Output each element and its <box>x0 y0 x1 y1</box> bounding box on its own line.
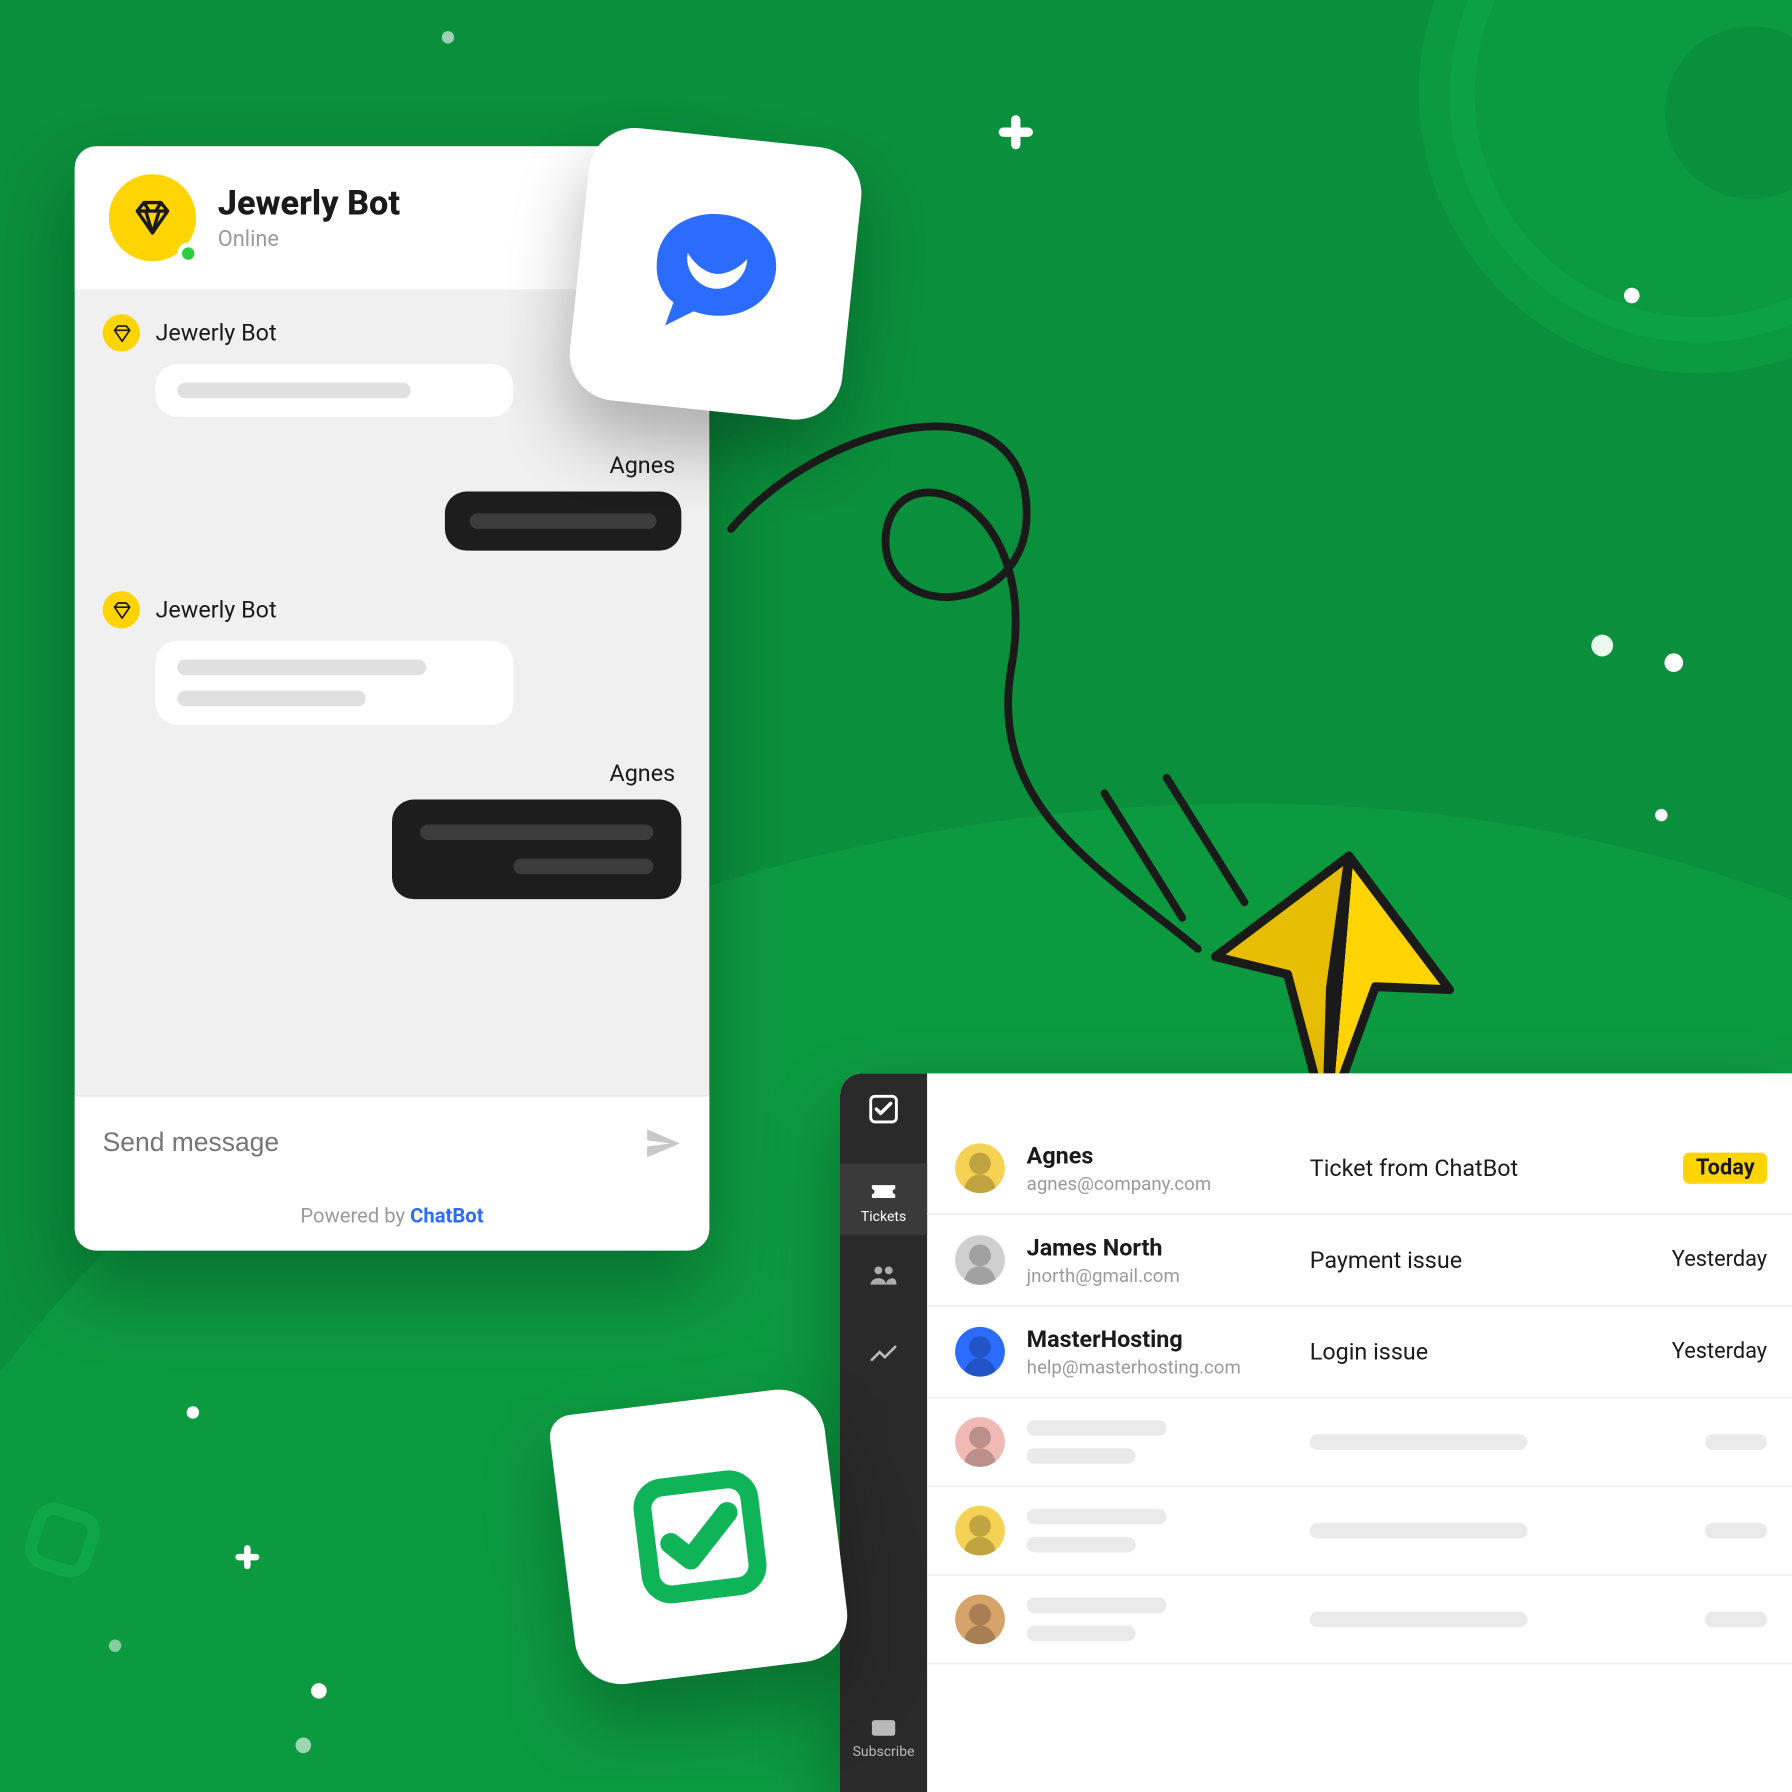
decor-dot <box>1655 809 1667 821</box>
avatar <box>955 1506 1005 1556</box>
ticket-subject: Ticket from ChatBot <box>1310 1154 1662 1182</box>
online-dot-icon <box>177 243 199 265</box>
message-sender: Jewerly Bot <box>156 596 277 624</box>
footer-prefix: Powered by <box>300 1206 410 1229</box>
avatar <box>955 1235 1005 1285</box>
bot-message-bubble <box>156 364 514 417</box>
ticket-when-badge: Today <box>1684 1153 1768 1184</box>
bot-message-bubble <box>156 641 514 725</box>
decor-plus-icon <box>235 1545 259 1569</box>
decor-dot <box>1664 653 1683 672</box>
message-sender: Jewerly Bot <box>156 319 277 347</box>
ticket-email: help@masterhosting.com <box>1027 1356 1288 1378</box>
diamond-icon <box>103 591 140 628</box>
message-sender: Agnes <box>103 451 682 479</box>
helpdesk-logo-icon <box>866 1092 900 1132</box>
message-group: Jewerly Bot <box>103 591 682 725</box>
ticket-subject: Login issue <box>1310 1338 1650 1366</box>
ticket-row[interactable]: Agnes agnes@company.com Ticket from Chat… <box>927 1123 1792 1215</box>
ticket-row-placeholder <box>927 1398 1792 1487</box>
avatar <box>955 1327 1005 1377</box>
chatbot-app-icon <box>565 123 866 424</box>
ticket-row-placeholder <box>927 1487 1792 1576</box>
decor-dot <box>311 1683 327 1699</box>
nav-subscribe[interactable]: Subscribe <box>840 1699 927 1777</box>
chat-footer: Powered by ChatBot <box>75 1190 710 1251</box>
ticket-email: agnes@company.com <box>1027 1173 1288 1195</box>
helpdesk-nav: Tickets <box>840 1164 927 1391</box>
message-group: Agnes <box>103 759 682 905</box>
ticket-email: jnorth@gmail.com <box>1027 1265 1288 1287</box>
bot-avatar <box>109 174 196 261</box>
ticket-subject: Payment issue <box>1310 1246 1650 1274</box>
ticket-row[interactable]: James North jnorth@gmail.com Payment iss… <box>927 1215 1792 1307</box>
decor-dot <box>296 1738 312 1754</box>
decor-dot <box>109 1640 121 1652</box>
footer-brand-link[interactable]: ChatBot <box>410 1206 483 1229</box>
helpdesk-sidebar: Tickets Subscribe <box>840 1073 927 1792</box>
ticket-when: Yesterday <box>1672 1339 1767 1364</box>
message-input[interactable] <box>103 1128 566 1159</box>
ticket-row-placeholder <box>927 1576 1792 1665</box>
nav-tickets[interactable]: Tickets <box>840 1164 927 1236</box>
message-sender: Agnes <box>103 759 682 787</box>
helpdesk-app-icon <box>547 1384 852 1689</box>
chat-input-bar <box>75 1095 710 1190</box>
message-group: Agnes <box>103 451 682 557</box>
decor-dot <box>442 31 454 43</box>
nav-reports[interactable] <box>840 1319 927 1391</box>
diamond-icon <box>132 198 172 238</box>
chat-status: Online <box>218 226 400 251</box>
nav-label: Subscribe <box>853 1745 915 1761</box>
diamond-icon <box>103 314 140 351</box>
send-icon[interactable] <box>644 1125 681 1162</box>
user-message-bubble <box>392 800 681 900</box>
ticket-row[interactable]: MasterHosting help@masterhosting.com Log… <box>927 1307 1792 1399</box>
avatar <box>955 1417 1005 1467</box>
ticket-name: MasterHosting <box>1027 1325 1288 1353</box>
decor-dot <box>1591 635 1613 657</box>
ticket-when: Yesterday <box>1672 1248 1767 1273</box>
ticket-name: Agnes <box>1027 1142 1288 1170</box>
user-message-bubble <box>445 492 681 551</box>
chat-body: Jewerly Bot Agnes Jewerly Bot <box>75 289 710 1095</box>
avatar <box>955 1594 1005 1644</box>
decor-plus-icon <box>999 115 1033 149</box>
decor-dot <box>187 1406 199 1418</box>
chat-title: Jewerly Bot <box>218 184 400 223</box>
ticket-name: James North <box>1027 1234 1288 1262</box>
decor-dot <box>1624 288 1640 304</box>
nav-label: Tickets <box>861 1210 906 1226</box>
ticket-list: Agnes agnes@company.com Ticket from Chat… <box>927 1073 1792 1792</box>
helpdesk-panel: Tickets Subscribe Agnes <box>840 1073 1792 1792</box>
nav-people[interactable] <box>840 1241 927 1313</box>
avatar <box>955 1143 1005 1193</box>
